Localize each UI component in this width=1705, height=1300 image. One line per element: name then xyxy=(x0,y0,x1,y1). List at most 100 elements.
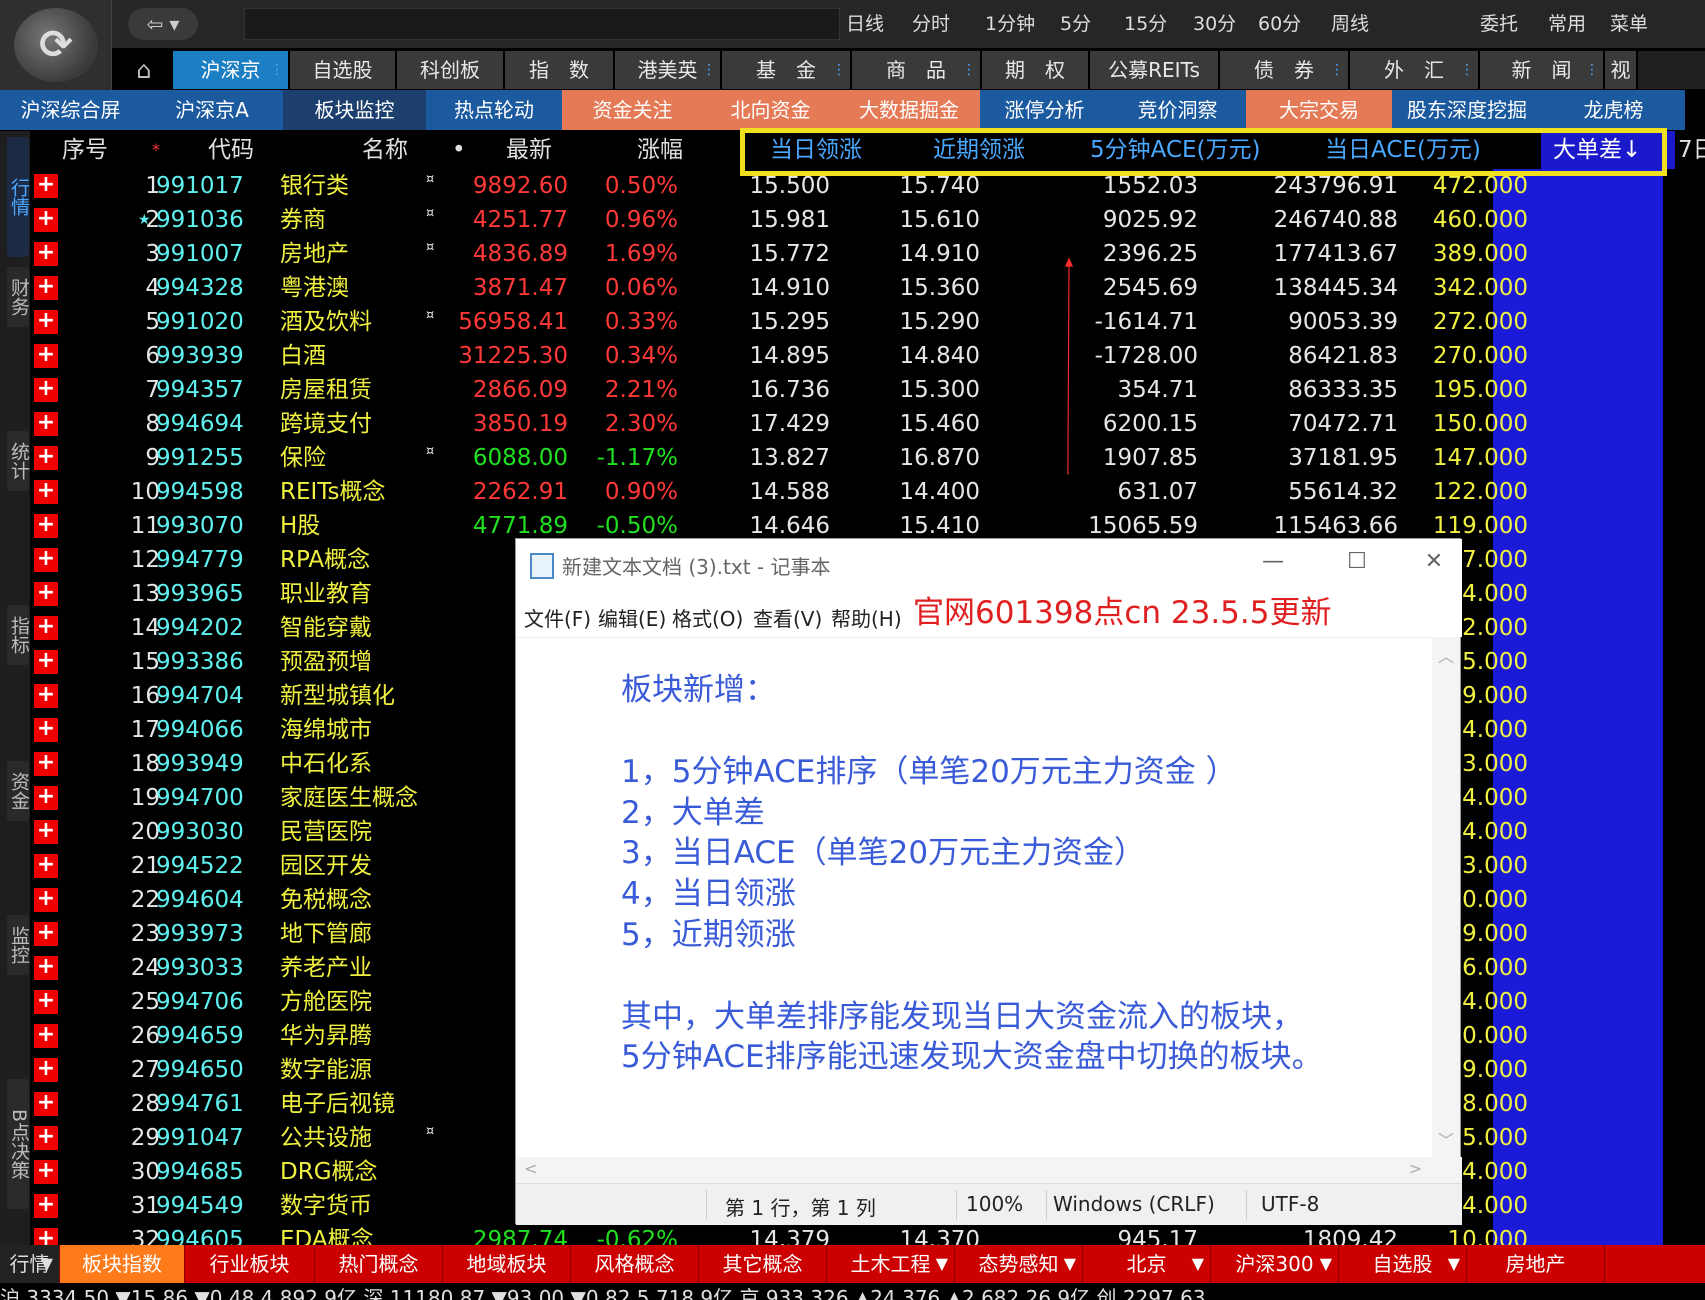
bottom-tab-3[interactable]: 热门概念 xyxy=(315,1245,443,1283)
expand-icon[interactable]: + xyxy=(34,276,58,300)
sub-tab-6[interactable]: 大数据掘金 xyxy=(838,90,980,130)
sub-tab-3[interactable]: 热点轮动 xyxy=(426,90,562,130)
expand-icon[interactable]: + xyxy=(34,922,58,946)
market-tab-11[interactable]: 新 闻 ⋮ xyxy=(1480,51,1605,89)
expand-icon[interactable]: + xyxy=(34,242,58,266)
sub-tab-11[interactable]: 龙虎榜 xyxy=(1542,90,1685,130)
expand-icon[interactable]: + xyxy=(34,446,58,470)
sidebar-tab-5[interactable]: 监控 xyxy=(7,915,30,975)
expand-icon[interactable]: + xyxy=(34,888,58,912)
table-row[interactable]: +2 ★ 991036 券商 ¤ 4251.77 0.96% 15.981 15.610 9025… xyxy=(30,203,1705,237)
address-bar[interactable] xyxy=(244,8,840,40)
period-2[interactable]: 1分钟 xyxy=(985,8,1035,40)
market-tab-6[interactable]: 商 品 ⋮ xyxy=(852,51,982,89)
sub-tab-0[interactable]: 沪深综合屏 xyxy=(0,90,141,130)
expand-icon[interactable]: + xyxy=(34,378,58,402)
sub-tab-1[interactable]: 沪深京A xyxy=(141,90,283,130)
notepad-text-area[interactable]: 板块新增： 1，5分钟ACE排序（单笔20万元主力资金 ） 2，大单差 3，当日ACE… xyxy=(516,637,1434,1157)
table-row[interactable]: +5 991020 酒及饮料 ¤ 56958.41 0.33% 15.295 15.290 -1… xyxy=(30,305,1705,339)
sidebar-tab-1[interactable]: 财务 xyxy=(7,267,30,327)
bottom-tab-10[interactable]: 沪深300 ▼ xyxy=(1211,1245,1339,1283)
bottom-tab-8[interactable]: 态势感知 ▼ xyxy=(955,1245,1083,1283)
scroll-up-icon[interactable]: ︿ xyxy=(1432,643,1460,667)
expand-icon[interactable]: + xyxy=(34,1024,58,1048)
market-tab-12[interactable]: 视 xyxy=(1605,51,1638,89)
market-tab-1[interactable]: 自选股 xyxy=(290,51,397,89)
period-3[interactable]: 5分 xyxy=(1060,8,1091,40)
expand-icon[interactable]: + xyxy=(34,990,58,1014)
market-tab-10[interactable]: 外 汇 ⋮ xyxy=(1350,51,1480,89)
period-5[interactable]: 30分 xyxy=(1193,8,1236,40)
sidebar-tab-6[interactable]: B点决策 xyxy=(7,1079,30,1209)
expand-icon[interactable]: + xyxy=(34,718,58,742)
sub-tab-5[interactable]: 北向资金 xyxy=(703,90,838,130)
expand-icon[interactable]: + xyxy=(34,956,58,980)
market-tab-4[interactable]: 港美英 ⋮ xyxy=(615,51,722,89)
table-row[interactable]: +9 991255 保险 ¤ 6088.00 -1.17% 13.827 16.870 1907… xyxy=(30,441,1705,475)
expand-icon[interactable]: + xyxy=(34,1058,58,1082)
expand-icon[interactable]: + xyxy=(34,344,58,368)
column-header-star[interactable]: * xyxy=(152,131,160,169)
sub-tab-10[interactable]: 股东深度挖掘 xyxy=(1392,90,1542,130)
expand-icon[interactable]: + xyxy=(34,174,58,198)
column-header-chg[interactable]: 涨幅 xyxy=(637,131,683,169)
table-row[interactable]: +10 994598 REITs概念 2262.91 0.90% 14.588 14.400… xyxy=(30,475,1705,509)
period-6[interactable]: 60分 xyxy=(1258,8,1301,40)
sidebar-tab-3[interactable]: 指标 xyxy=(7,605,30,665)
market-tab-2[interactable]: 科创板 xyxy=(397,51,505,89)
table-row[interactable]: +6 993939 白酒 31225.30 0.34% 14.895 14.840 -1728… xyxy=(30,339,1705,373)
period-0[interactable]: 日线 xyxy=(846,8,884,40)
expand-icon[interactable]: + xyxy=(34,310,58,334)
expand-icon[interactable]: + xyxy=(34,514,58,538)
market-tab-5[interactable]: 基 金 ⋮ xyxy=(722,51,852,89)
scroll-down-icon[interactable]: ﹀ xyxy=(1432,1127,1460,1151)
notepad-menu-3[interactable]: 查看(V) xyxy=(753,603,822,632)
minimize-icon[interactable]: — xyxy=(1253,549,1293,574)
bottom-tab-6[interactable]: 其它概念 xyxy=(699,1245,827,1283)
expand-icon[interactable]: + xyxy=(34,820,58,844)
expand-icon[interactable]: + xyxy=(34,650,58,674)
bottom-tab-9[interactable]: 北京 ▼ xyxy=(1083,1245,1211,1283)
bottom-tab-2[interactable]: 行业板块 xyxy=(185,1245,315,1283)
period-4[interactable]: 15分 xyxy=(1124,8,1167,40)
expand-icon[interactable]: + xyxy=(34,548,58,572)
menu-0[interactable]: 委托 xyxy=(1480,8,1518,40)
bottom-tab-4[interactable]: 地域板块 xyxy=(443,1245,571,1283)
expand-icon[interactable]: + xyxy=(34,786,58,810)
sidebar-tab-2[interactable]: 统计 xyxy=(7,431,30,491)
scroll-right-icon[interactable]: > xyxy=(1409,1159,1422,1178)
sub-tab-4[interactable]: 资金关注 xyxy=(562,90,703,130)
column-header-name[interactable]: 名称 xyxy=(362,131,408,169)
notepad-menu-2[interactable]: 格式(O) xyxy=(672,603,743,632)
column-header-dot[interactable]: • xyxy=(452,131,466,169)
sub-tab-2[interactable]: 板块监控 xyxy=(283,90,426,130)
notepad-menu-1[interactable]: 编辑(E) xyxy=(598,603,666,632)
expand-icon[interactable]: + xyxy=(34,582,58,606)
horizontal-scrollbar[interactable]: < > xyxy=(516,1157,1462,1183)
expand-icon[interactable]: + xyxy=(34,1194,58,1218)
expand-icon[interactable]: + xyxy=(34,1092,58,1116)
expand-icon[interactable]: + xyxy=(34,1228,58,1245)
expand-icon[interactable]: + xyxy=(34,480,58,504)
column-header-idx[interactable]: 序号 xyxy=(62,131,108,169)
home-icon[interactable]: ⌂ xyxy=(128,54,160,86)
vertical-scrollbar[interactable]: ︿ ﹀ xyxy=(1432,637,1460,1157)
notepad-menu-0[interactable]: 文件(F) xyxy=(524,603,591,632)
expand-icon[interactable]: + xyxy=(34,1126,58,1150)
market-tab-9[interactable]: 债 券 ⋮ xyxy=(1220,51,1350,89)
bottom-tab-7[interactable]: 土木工程 ▼ xyxy=(827,1245,955,1283)
close-icon[interactable]: ✕ xyxy=(1414,549,1454,574)
bottom-tab-1[interactable]: 板块指数 xyxy=(60,1245,185,1283)
notepad-menu-4[interactable]: 帮助(H) xyxy=(831,603,902,632)
bottom-tab-12[interactable]: 房地产 xyxy=(1467,1245,1605,1283)
expand-icon[interactable]: + xyxy=(34,854,58,878)
column-header-extra[interactable]: 7日 xyxy=(1678,131,1705,169)
period-7[interactable]: 周线 xyxy=(1331,8,1369,40)
sidebar-tab-0[interactable]: 行情 xyxy=(7,137,30,257)
expand-icon[interactable]: + xyxy=(34,1160,58,1184)
table-row[interactable]: +8 994694 跨境支付 3850.19 2.30% 17.429 15.460 6200… xyxy=(30,407,1705,441)
back-forward-button[interactable]: ⇦ ▾ xyxy=(128,8,198,40)
expand-icon[interactable]: + xyxy=(34,412,58,436)
market-tab-8[interactable]: 公募REITs xyxy=(1090,51,1220,89)
bottom-tab-0[interactable]: 行情 ▼ xyxy=(0,1245,60,1283)
